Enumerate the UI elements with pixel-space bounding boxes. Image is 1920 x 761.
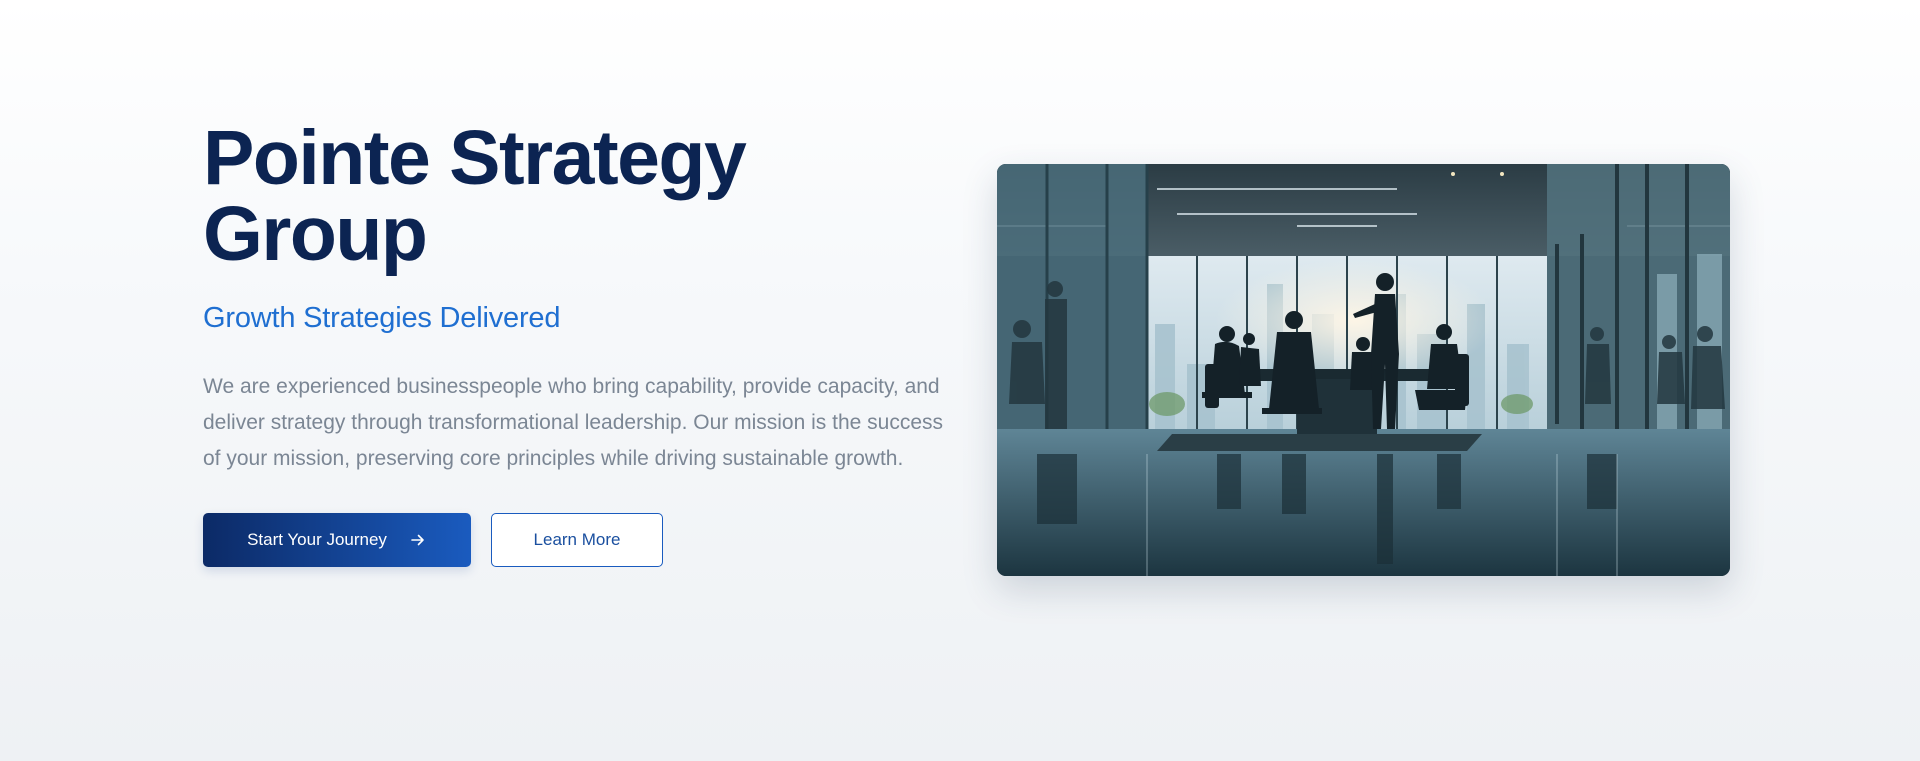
- start-journey-button[interactable]: Start Your Journey: [203, 513, 471, 567]
- hero-description: We are experienced businesspeople who br…: [203, 375, 944, 470]
- boardroom-photo: [997, 164, 1730, 576]
- hero-actions: Start Your Journey Learn More: [203, 513, 963, 567]
- start-journey-label: Start Your Journey: [247, 530, 387, 549]
- hero-content: Pointe Strategy Group Growth Strategies …: [203, 120, 963, 567]
- learn-more-label: Learn More: [533, 530, 621, 549]
- hero-image: [997, 164, 1730, 576]
- hero-subtitle: Growth Strategies Delivered: [203, 302, 561, 334]
- learn-more-button[interactable]: Learn More: [491, 513, 663, 567]
- arrow-right-icon: [409, 531, 427, 549]
- hero-title: Pointe Strategy Group: [203, 115, 747, 277]
- hero-section: Pointe Strategy Group Growth Strategies …: [0, 0, 1920, 761]
